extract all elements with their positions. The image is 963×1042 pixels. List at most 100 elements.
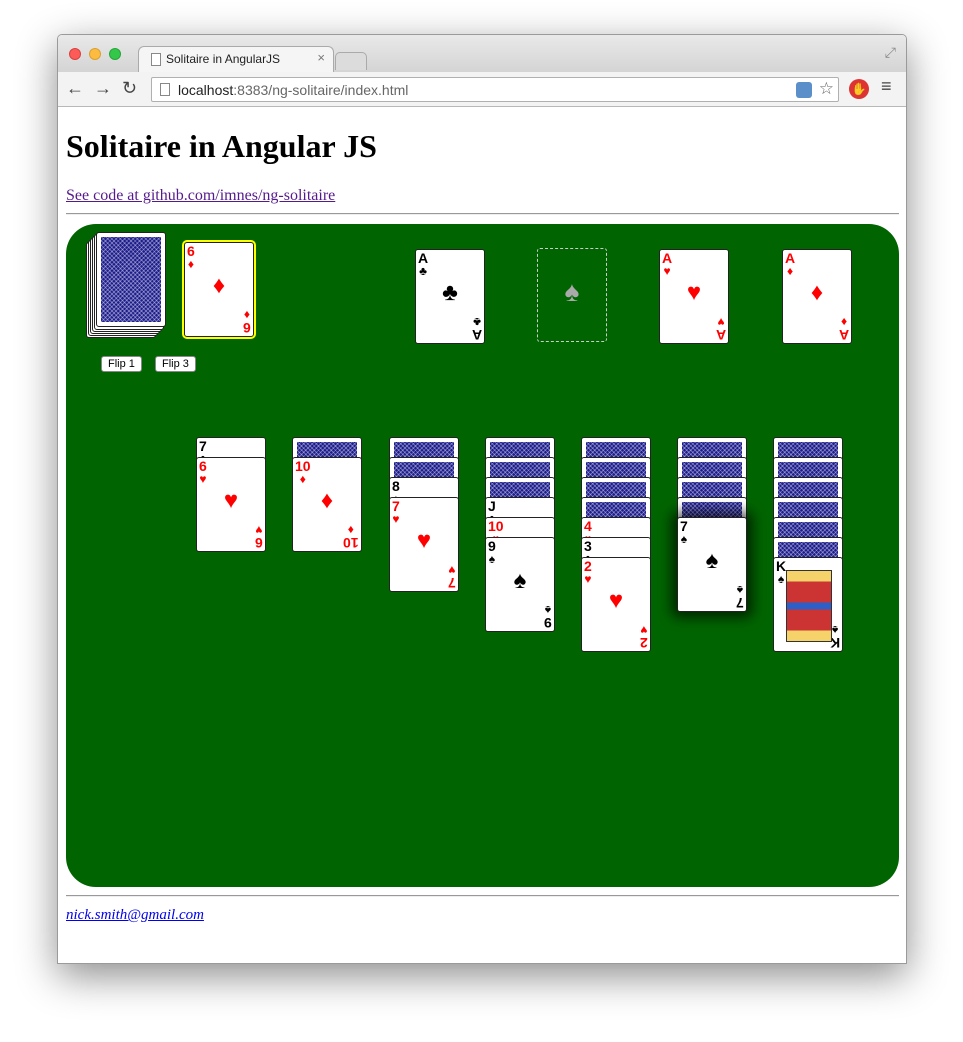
close-window-button[interactable] [69, 48, 81, 60]
card-rank: 7 [448, 575, 456, 591]
card-suit: ♦ [187, 257, 194, 271]
divider [66, 213, 899, 215]
card-suit: ♥ [640, 623, 648, 637]
card-rank: A [838, 327, 849, 343]
card-rank: 9 [544, 615, 552, 631]
new-tab-button[interactable] [335, 52, 367, 70]
card-rank: A [471, 327, 482, 343]
document-icon [151, 53, 161, 66]
card[interactable]: 10 ♦ 10 ♦ ♦ [292, 457, 362, 552]
card-center-pip: ♠ [705, 548, 719, 574]
game-board: 6♦6♦♦ Flip 1 Flip 3 A♣A♣♣♠A♥A♥♥A♦A♦♦ 7♣7… [66, 224, 899, 887]
card-rank: 6 [243, 320, 251, 336]
card-center-pip: ♥ [416, 528, 432, 554]
card[interactable]: 2 ♥ 2 ♥ ♥ [581, 557, 651, 652]
foundation-card[interactable]: A ♦ A ♦ ♦ [782, 249, 852, 344]
foundation-empty-slot[interactable]: ♠ [537, 248, 607, 342]
card-center-pip: ♥ [686, 280, 702, 306]
adblock-stop-icon[interactable]: ✋ [849, 79, 869, 99]
divider [66, 895, 899, 897]
card-rank: 6 [255, 535, 263, 551]
address-bar[interactable]: localhost:8383/ng-solitaire/index.html ☆ [151, 77, 839, 102]
card-suit: ♦ [299, 472, 306, 486]
card-rank-top: 10 ♦ [295, 459, 311, 486]
back-icon[interactable]: ← [66, 78, 84, 99]
page-content: Solitaire in Angular JS See code at gith… [58, 107, 906, 963]
card-suit: ♠ [680, 532, 688, 546]
card-center-pip: ♦ [810, 280, 824, 306]
card-rank-bottom: A ♣ [471, 315, 482, 343]
forward-icon[interactable]: → [94, 78, 112, 99]
card-center-pip: ♥ [608, 588, 624, 614]
card-suit: ♥ [448, 563, 456, 577]
browser-window: Solitaire in AngularJS × ⤢ ← → ↻ localho… [57, 34, 907, 964]
card-suit: ♥ [584, 572, 592, 586]
card-back [96, 232, 166, 327]
extension-cube-icon[interactable] [796, 82, 812, 98]
card-center-pip: ♣ [442, 280, 458, 306]
tab-bar: Solitaire in AngularJS × ⤢ [58, 35, 906, 72]
url-text[interactable]: localhost:8383/ng-solitaire/index.html [178, 82, 408, 98]
card-rank-bottom: 2 ♥ [640, 623, 648, 651]
card-center-pip: ♥ [223, 488, 239, 514]
card-rank-top: K ♠ [776, 559, 786, 586]
card-center-pip: ♦ [320, 488, 334, 514]
card-rank-bottom: 10 ♦ [343, 523, 359, 551]
card[interactable]: 9 ♠ 9 ♠ ♠ [485, 537, 555, 632]
url-path: :8383/ng-solitaire/index.html [233, 82, 409, 98]
menu-icon[interactable]: ≡ [881, 76, 892, 97]
card-suit: ♥ [663, 264, 671, 278]
waste-pile[interactable]: 6 ♦ 6 ♦ ♦ [182, 240, 258, 341]
king-face-image [786, 570, 832, 642]
foundation-card[interactable]: A ♣ A ♣ ♣ [415, 249, 485, 344]
browser-tab[interactable]: Solitaire in AngularJS × [138, 46, 334, 72]
card-rank-top: 7 ♠ [680, 519, 688, 546]
card-rank-bottom: A ♦ [838, 315, 849, 343]
card-rank-top: 6 ♦ [187, 244, 195, 271]
card[interactable]: 7 ♥ 7 ♥ ♥ [389, 497, 459, 592]
card-suit: ♥ [199, 472, 207, 486]
url-host: localhost [178, 82, 234, 98]
card-suit: ♦ [787, 264, 794, 278]
stock-pile[interactable] [86, 232, 170, 342]
tab-close-icon[interactable]: × [317, 50, 325, 65]
github-link[interactable]: See code at github.com/imnes/ng-solitair… [66, 187, 335, 205]
card-rank-top: 2 ♥ [584, 559, 592, 586]
card-rank: 7 [736, 595, 744, 611]
card-rank: 10 [343, 535, 359, 551]
card[interactable]: 6 ♥ 6 ♥ ♥ [196, 457, 266, 552]
card-suit: ♠ [488, 552, 496, 566]
tab-title: Solitaire in AngularJS [166, 52, 281, 66]
fullscreen-icon[interactable]: ⤢ [885, 44, 896, 61]
card-rank: A [715, 327, 726, 343]
bookmark-star-icon[interactable]: ☆ [819, 79, 834, 99]
flip-1-button[interactable]: Flip 1 [101, 356, 142, 372]
card-suit: ♣ [473, 315, 481, 329]
card[interactable]: 7 ♠ 7 ♠ ♠ [677, 517, 747, 612]
card-rank-top: 9 ♠ [488, 539, 496, 566]
spade-placeholder-icon: ♠ [564, 277, 580, 308]
card-suit: ♥ [255, 523, 263, 537]
foundation-card[interactable]: A ♥ A ♥ ♥ [659, 249, 729, 344]
browser-toolbar: ← → ↻ localhost:8383/ng-solitaire/index.… [58, 72, 906, 107]
card-center-pip: ♦ [212, 273, 226, 299]
card-rank-bottom: 7 ♥ [448, 563, 456, 591]
card-rank-top: 7 ♥ [392, 499, 400, 526]
card-rank-bottom: 6 ♦ [243, 308, 251, 336]
card-rank-top: A ♥ [662, 251, 672, 278]
card-rank-top: A ♦ [785, 251, 795, 278]
card-center-pip: ♠ [513, 568, 527, 594]
card-rank-bottom: A ♥ [715, 315, 726, 343]
card-suit: ♠ [777, 572, 785, 586]
card-rank-bottom: 9 ♠ [544, 603, 552, 631]
card-rank-top: 6 ♥ [199, 459, 207, 486]
card[interactable]: K ♠ K ♠ [773, 557, 843, 652]
card-rank-bottom: 7 ♠ [736, 583, 744, 611]
author-email-link[interactable]: nick.smith@gmail.com [66, 907, 204, 924]
zoom-window-button[interactable] [109, 48, 121, 60]
reload-icon[interactable]: ↻ [122, 78, 137, 99]
flip-3-button[interactable]: Flip 3 [155, 356, 196, 372]
card-rank: 2 [640, 635, 648, 651]
card[interactable]: 6 ♦ 6 ♦ ♦ [182, 240, 256, 339]
minimize-window-button[interactable] [89, 48, 101, 60]
